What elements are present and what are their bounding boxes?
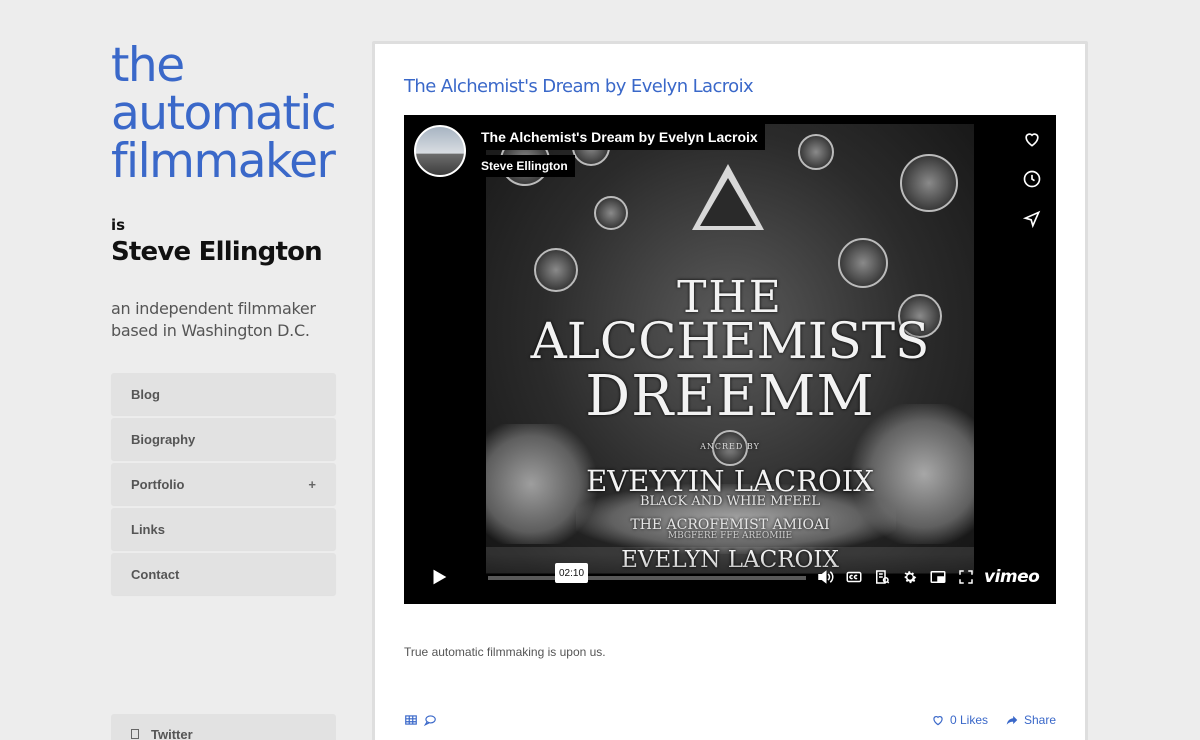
transcript-icon[interactable] — [873, 568, 891, 586]
nav-item-blog[interactable]: Blog — [111, 373, 336, 415]
nav-item-label: Contact — [131, 566, 180, 582]
video-author-link[interactable]: Steve Ellington — [474, 155, 575, 177]
share-arrow-icon — [1006, 715, 1018, 725]
video-timeline[interactable]: 02:10 — [488, 563, 806, 583]
poster-text: EVEYYIN LACROIX — [586, 464, 874, 498]
share-video-button[interactable] — [1020, 207, 1044, 231]
nav-item-label: Portfolio — [131, 476, 185, 492]
site-title-line: the — [111, 38, 185, 93]
video-poster[interactable]: THE ALCCHEMISTS DREEMM ANCRED BY EVEYYIN… — [486, 124, 974, 574]
poster-text: BLACK AND WHIE MFEEL — [639, 494, 821, 509]
watch-later-button[interactable] — [1020, 167, 1044, 191]
site-title-line: filmmaker — [111, 134, 336, 189]
poster-medallion — [798, 134, 834, 170]
nav-item-biography[interactable]: Biography — [111, 418, 336, 460]
tagline: an independent filmmaker based in Washin… — [111, 298, 336, 342]
poster-text: ANCRED BY — [700, 442, 760, 451]
video-controls: 02:10 vimeo — [404, 554, 1056, 604]
nav-item-links[interactable]: Links — [111, 508, 336, 550]
twitter-label: Twitter — [151, 726, 193, 740]
settings-gear-icon[interactable] — [901, 568, 919, 586]
tagline-line: based in Washington D.C. — [111, 321, 310, 340]
share-button[interactable]: Share — [1005, 713, 1056, 727]
twitter-link[interactable]: Twitter — [111, 714, 336, 740]
poster-text: DREEMM — [585, 364, 875, 429]
tagline-line: an independent filmmaker — [111, 299, 316, 318]
author-name: Steve Ellington — [111, 237, 323, 267]
site-title-line: automatic — [111, 86, 337, 141]
nav-item-portfolio[interactable]: Portfolio + — [111, 463, 336, 505]
like-video-button[interactable] — [1020, 127, 1044, 151]
clock-icon — [1023, 170, 1041, 188]
heart-icon — [1025, 133, 1039, 147]
expand-plus-icon[interactable]: + — [308, 477, 316, 492]
nav-item-contact[interactable]: Contact — [111, 553, 336, 595]
likes-label: 0 Likes — [950, 713, 989, 727]
picture-in-picture-icon[interactable] — [929, 568, 947, 586]
volume-icon[interactable] — [816, 568, 834, 586]
poster-triangle-inner — [700, 178, 756, 226]
nav-item-label: Biography — [131, 431, 196, 447]
play-icon[interactable] — [428, 566, 450, 588]
post-title[interactable]: The Alchemist's Dream by Evelyn Lacroix — [404, 76, 754, 97]
table-icon[interactable] — [404, 713, 418, 727]
post-excerpt: True automatic filmmaking is upon us. — [404, 645, 606, 659]
time-tooltip: 02:10 — [555, 563, 589, 583]
fullscreen-icon[interactable] — [957, 568, 975, 586]
post-card: The Alchemist's Dream by Evelyn Lacroix … — [372, 41, 1088, 740]
video-title-link[interactable]: The Alchemist's Dream by Evelyn Lacroix — [474, 124, 765, 150]
sidebar: the automatic filmmaker is Steve Ellingt… — [111, 0, 337, 740]
main-nav: Blog Biography Portfolio + Links Contact — [111, 373, 336, 598]
video-player[interactable]: THE ALCCHEMISTS DREEMM ANCRED BY EVEYYIN… — [404, 115, 1056, 604]
poster-medallion — [900, 154, 958, 212]
poster-medallion — [594, 196, 628, 230]
send-icon — [1022, 210, 1041, 229]
captions-icon[interactable] — [845, 568, 863, 586]
site-title[interactable]: the automatic filmmaker — [111, 38, 337, 189]
is-label: is — [111, 216, 126, 234]
nav-item-label: Links — [131, 521, 165, 537]
twitter-icon — [131, 729, 139, 739]
video-author-avatar[interactable] — [414, 125, 466, 177]
vimeo-logo[interactable]: vimeo — [984, 567, 1040, 587]
heart-icon — [933, 716, 943, 726]
likes-button[interactable]: 0 Likes — [931, 713, 988, 727]
comment-icon[interactable] — [423, 713, 437, 727]
share-label: Share — [1024, 713, 1057, 727]
post-footer: 0 Likes Share — [404, 711, 1056, 731]
nav-item-label: Blog — [131, 386, 160, 402]
poster-text: ALCCHEMISTS — [530, 312, 930, 370]
poster-text: MBGFERE FFE AREOMIIE — [667, 531, 793, 541]
